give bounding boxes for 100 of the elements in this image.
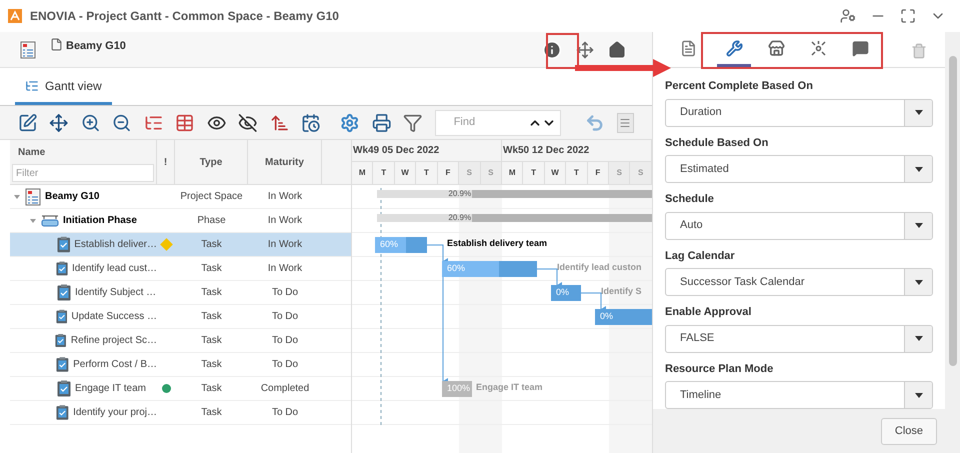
day-header: T xyxy=(381,167,386,179)
clipboard-icon xyxy=(56,356,70,373)
column-header[interactable]: ! xyxy=(164,154,168,170)
type-cell-text: Task xyxy=(201,382,222,396)
maturity-cell-text: To Do xyxy=(272,358,298,372)
type-cell-text: Task xyxy=(201,286,222,300)
move-icon[interactable] xyxy=(576,40,594,58)
maturity-cell-text: In Work xyxy=(268,262,302,276)
dropdown-field[interactable]: Estimated xyxy=(665,155,933,183)
column-header[interactable]: Name xyxy=(12,142,154,160)
edit-icon[interactable] xyxy=(18,112,38,132)
week-header: Wk50 12 Dec 2022 xyxy=(503,144,590,158)
find-field[interactable]: Find xyxy=(436,114,524,131)
zoom-in-icon[interactable] xyxy=(80,112,100,132)
bar-label: Identify S xyxy=(601,287,642,296)
column-header[interactable]: Maturity xyxy=(265,154,304,170)
document-icon xyxy=(50,38,63,51)
filter-icon[interactable] xyxy=(403,112,423,132)
type-cell-text: Task xyxy=(201,310,222,324)
progress-label: 20.9% xyxy=(448,190,472,198)
week-header: Wk49 05 Dec 2022 xyxy=(353,144,440,158)
maturity-cell-text: To Do xyxy=(272,286,298,300)
phase-icon xyxy=(41,214,59,228)
day-header: T xyxy=(424,167,429,179)
clipboard-icon xyxy=(57,284,71,301)
bar-label: Engage IT team xyxy=(476,383,543,392)
field-label: Resource Plan Mode xyxy=(665,362,774,376)
filter-field[interactable]: Filter xyxy=(12,164,154,182)
type-cell-text: Task xyxy=(201,334,222,348)
fullscreen-icon[interactable] xyxy=(900,8,916,24)
clipboard-icon xyxy=(57,380,71,397)
menu-button[interactable] xyxy=(616,112,634,132)
close-button[interactable]: Close xyxy=(880,418,937,444)
table-icon[interactable] xyxy=(175,112,195,132)
home-icon[interactable] xyxy=(608,40,626,58)
maturity-cell-text: To Do xyxy=(272,406,298,420)
type-cell-text: Task xyxy=(201,358,222,372)
dropdown-field[interactable]: Successor Task Calendar xyxy=(665,268,933,296)
store-icon xyxy=(768,40,784,57)
row-name: Perform Cost / B… xyxy=(73,358,157,372)
expand-arrow-icon[interactable] xyxy=(29,216,37,224)
field-label: Schedule Based On xyxy=(665,136,770,150)
column-header[interactable]: Type xyxy=(200,154,222,170)
row-name: Update Success … xyxy=(71,310,157,324)
clipboard-icon xyxy=(56,236,70,253)
clipboard-icon xyxy=(56,404,70,421)
chat-icon xyxy=(852,40,868,57)
sort-up-icon[interactable] xyxy=(270,112,289,132)
hide-icon[interactable] xyxy=(238,112,258,132)
summary-bar[interactable]: 20.9% xyxy=(377,190,652,198)
type-cell-text: Phase xyxy=(197,214,226,228)
row-name: Identify lead cust… xyxy=(72,262,157,276)
maturity-cell-text: In Work xyxy=(268,190,302,204)
project-icon xyxy=(20,40,36,58)
summary-bar[interactable]: 20.9% xyxy=(377,214,652,222)
day-header: S xyxy=(488,167,494,179)
calendar-clock-icon[interactable] xyxy=(300,112,320,132)
dropdown-field[interactable]: FALSE xyxy=(665,324,933,352)
field-label: Enable Approval xyxy=(665,305,752,320)
type-cell-text: Task xyxy=(201,262,222,276)
row-name: Identify your proj… xyxy=(73,406,157,420)
dropdown-caret-icon xyxy=(914,166,922,172)
settings-icon[interactable] xyxy=(340,112,360,132)
dropdown-caret-icon xyxy=(914,223,922,228)
dropdown-field[interactable]: Timeline xyxy=(665,381,933,409)
zoom-out-icon[interactable] xyxy=(112,112,132,132)
day-header: T xyxy=(574,167,579,179)
bar-label: Establish delivery team xyxy=(447,239,548,248)
field-label: Schedule xyxy=(665,192,715,207)
fit-icon[interactable] xyxy=(49,112,69,132)
row-name: Beamy G10 xyxy=(45,190,100,204)
print-icon[interactable] xyxy=(372,112,392,132)
find-bar[interactable]: Find xyxy=(434,110,562,136)
table-row[interactable]: Establish deliver… Task In Work xyxy=(10,233,351,257)
dropdown-field[interactable]: Duration xyxy=(665,98,933,126)
field-label: Percent Complete Based On xyxy=(665,79,814,94)
menu-icon xyxy=(619,116,632,128)
gantt-icon xyxy=(25,78,39,92)
progress-label: 100% xyxy=(447,384,470,393)
object-title: Beamy G10 xyxy=(66,39,126,54)
expand-arrow-icon[interactable] xyxy=(13,192,21,200)
maturity-cell-text: In Work xyxy=(268,238,302,252)
highlight-frame xyxy=(546,33,579,69)
day-header: S xyxy=(638,167,644,179)
type-cell-text: Project Space xyxy=(180,190,243,204)
clipboard-icon xyxy=(55,332,67,349)
type-cell-text: Task xyxy=(201,238,222,252)
user-gear-icon[interactable] xyxy=(840,8,856,24)
row-name: Refine project Sc… xyxy=(70,334,157,348)
day-header: M xyxy=(358,167,366,179)
dependency-arrow xyxy=(426,244,448,264)
day-header: F xyxy=(595,167,600,179)
progress-label: 60% xyxy=(380,240,398,249)
dropdown-field[interactable]: Auto xyxy=(665,212,933,240)
progress-label: 0% xyxy=(600,312,614,321)
field-label: Lag Calendar xyxy=(665,248,736,264)
row-name: Engage IT team xyxy=(75,382,146,396)
dropdown-caret-icon xyxy=(914,392,922,398)
type-cell-text: Task xyxy=(201,406,222,420)
scrollbar[interactable] xyxy=(945,32,960,453)
